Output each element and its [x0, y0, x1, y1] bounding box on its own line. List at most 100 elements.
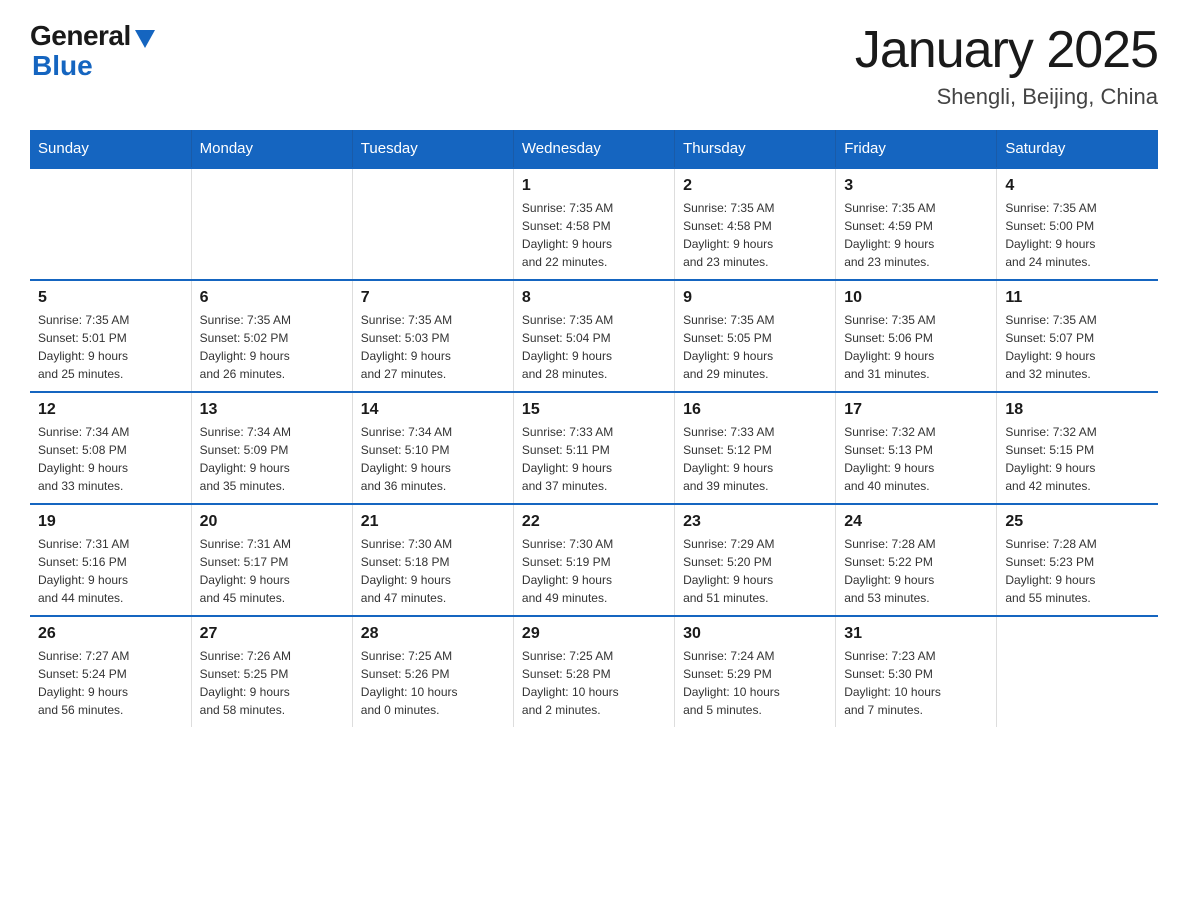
day-info: Sunrise: 7:24 AM Sunset: 5:29 PM Dayligh…: [683, 647, 827, 719]
day-info: Sunrise: 7:32 AM Sunset: 5:15 PM Dayligh…: [1005, 423, 1150, 495]
day-info: Sunrise: 7:35 AM Sunset: 4:58 PM Dayligh…: [683, 199, 827, 271]
day-number: 16: [683, 401, 827, 419]
calendar-cell: 26 Sunrise: 7:27 AM Sunset: 5:24 PM Dayli…: [30, 616, 191, 727]
day-number: 14: [361, 401, 505, 419]
calendar-subtitle: Shengli, Beijing, China: [855, 84, 1158, 110]
calendar-cell: 23 Sunrise: 7:29 AM Sunset: 5:20 PM Dayli…: [675, 504, 836, 616]
day-info: Sunrise: 7:31 AM Sunset: 5:17 PM Dayligh…: [200, 535, 344, 607]
day-info: Sunrise: 7:34 AM Sunset: 5:10 PM Dayligh…: [361, 423, 505, 495]
calendar-cell: 6 Sunrise: 7:35 AM Sunset: 5:02 PM Daylig…: [191, 280, 352, 392]
day-number: 29: [522, 625, 666, 643]
header-day-tuesday: Tuesday: [352, 130, 513, 168]
calendar-title: January 2025: [855, 20, 1158, 80]
calendar-cell: [997, 616, 1158, 727]
header-day-saturday: Saturday: [997, 130, 1158, 168]
calendar-cell: 11Sunrise: 7:35 AM Sunset: 5:07 PM Dayli…: [997, 280, 1158, 392]
day-number: 2: [683, 177, 827, 195]
calendar-cell: 18 Sunrise: 7:32 AM Sunset: 5:15 PM Dayli…: [997, 392, 1158, 504]
calendar-cell: 17Sunrise: 7:32 AM Sunset: 5:13 PM Dayli…: [836, 392, 997, 504]
day-number: 13: [200, 401, 344, 419]
calendar-cell: 2 Sunrise: 7:35 AM Sunset: 4:58 PM Daylig…: [675, 168, 836, 280]
day-number: 9: [683, 289, 827, 307]
logo-blue-text: Blue: [32, 50, 93, 82]
day-info: Sunrise: 7:35 AM Sunset: 5:04 PM Dayligh…: [522, 311, 666, 383]
day-info: Sunrise: 7:35 AM Sunset: 5:05 PM Dayligh…: [683, 311, 827, 383]
day-number: 5: [38, 289, 183, 307]
day-number: 8: [522, 289, 666, 307]
calendar-cell: 1Sunrise: 7:35 AM Sunset: 4:58 PM Daylig…: [513, 168, 674, 280]
day-info: Sunrise: 7:35 AM Sunset: 5:03 PM Dayligh…: [361, 311, 505, 383]
day-number: 25: [1005, 513, 1150, 531]
calendar-cell: 22 Sunrise: 7:30 AM Sunset: 5:19 PM Dayli…: [513, 504, 674, 616]
day-info: Sunrise: 7:25 AM Sunset: 5:28 PM Dayligh…: [522, 647, 666, 719]
calendar-cell: 14 Sunrise: 7:34 AM Sunset: 5:10 PM Dayli…: [352, 392, 513, 504]
day-info: Sunrise: 7:35 AM Sunset: 4:59 PM Dayligh…: [844, 199, 988, 271]
calendar-cell: 19Sunrise: 7:31 AM Sunset: 5:16 PM Dayli…: [30, 504, 191, 616]
calendar-cell: 8 Sunrise: 7:35 AM Sunset: 5:04 PM Daylig…: [513, 280, 674, 392]
day-info: Sunrise: 7:33 AM Sunset: 5:12 PM Dayligh…: [683, 423, 827, 495]
day-info: Sunrise: 7:31 AM Sunset: 5:16 PM Dayligh…: [38, 535, 183, 607]
day-number: 22: [522, 513, 666, 531]
day-number: 18: [1005, 401, 1150, 419]
day-number: 7: [361, 289, 505, 307]
header-day-sunday: Sunday: [30, 130, 191, 168]
day-info: Sunrise: 7:35 AM Sunset: 5:02 PM Dayligh…: [200, 311, 344, 383]
calendar-week-row: 26 Sunrise: 7:27 AM Sunset: 5:24 PM Dayli…: [30, 616, 1158, 727]
header-day-wednesday: Wednesday: [513, 130, 674, 168]
calendar-cell: 5 Sunrise: 7:35 AM Sunset: 5:01 PM Daylig…: [30, 280, 191, 392]
day-info: Sunrise: 7:28 AM Sunset: 5:22 PM Dayligh…: [844, 535, 988, 607]
day-number: 31: [844, 625, 988, 643]
day-info: Sunrise: 7:27 AM Sunset: 5:24 PM Dayligh…: [38, 647, 183, 719]
calendar-cell: 9 Sunrise: 7:35 AM Sunset: 5:05 PM Daylig…: [675, 280, 836, 392]
day-info: Sunrise: 7:29 AM Sunset: 5:20 PM Dayligh…: [683, 535, 827, 607]
header-day-thursday: Thursday: [675, 130, 836, 168]
calendar-cell: 4 Sunrise: 7:35 AM Sunset: 5:00 PM Daylig…: [997, 168, 1158, 280]
calendar-cell: 16 Sunrise: 7:33 AM Sunset: 5:12 PM Dayli…: [675, 392, 836, 504]
day-number: 26: [38, 625, 183, 643]
calendar-cell: 20Sunrise: 7:31 AM Sunset: 5:17 PM Dayli…: [191, 504, 352, 616]
calendar-cell: 29 Sunrise: 7:25 AM Sunset: 5:28 PM Dayli…: [513, 616, 674, 727]
day-number: 23: [683, 513, 827, 531]
day-info: Sunrise: 7:35 AM Sunset: 5:00 PM Dayligh…: [1005, 199, 1150, 271]
day-info: Sunrise: 7:35 AM Sunset: 5:01 PM Dayligh…: [38, 311, 183, 383]
day-info: Sunrise: 7:35 AM Sunset: 4:58 PM Dayligh…: [522, 199, 666, 271]
day-number: 28: [361, 625, 505, 643]
calendar-cell: 15 Sunrise: 7:33 AM Sunset: 5:11 PM Dayli…: [513, 392, 674, 504]
day-info: Sunrise: 7:35 AM Sunset: 5:06 PM Dayligh…: [844, 311, 988, 383]
logo: General Blue: [30, 20, 155, 82]
calendar-cell: [30, 168, 191, 280]
day-info: Sunrise: 7:34 AM Sunset: 5:08 PM Dayligh…: [38, 423, 183, 495]
day-info: Sunrise: 7:30 AM Sunset: 5:19 PM Dayligh…: [522, 535, 666, 607]
calendar-week-row: 5 Sunrise: 7:35 AM Sunset: 5:01 PM Daylig…: [30, 280, 1158, 392]
calendar-cell: 7 Sunrise: 7:35 AM Sunset: 5:03 PM Daylig…: [352, 280, 513, 392]
day-info: Sunrise: 7:34 AM Sunset: 5:09 PM Dayligh…: [200, 423, 344, 495]
calendar-week-row: 1Sunrise: 7:35 AM Sunset: 4:58 PM Daylig…: [30, 168, 1158, 280]
page-header: General Blue January 2025 Shengli, Beiji…: [30, 20, 1158, 110]
title-block: January 2025 Shengli, Beijing, China: [855, 20, 1158, 110]
calendar-cell: 28 Sunrise: 7:25 AM Sunset: 5:26 PM Dayli…: [352, 616, 513, 727]
day-info: Sunrise: 7:26 AM Sunset: 5:25 PM Dayligh…: [200, 647, 344, 719]
calendar-cell: 21Sunrise: 7:30 AM Sunset: 5:18 PM Dayli…: [352, 504, 513, 616]
day-number: 10: [844, 289, 988, 307]
day-number: 15: [522, 401, 666, 419]
day-info: Sunrise: 7:25 AM Sunset: 5:26 PM Dayligh…: [361, 647, 505, 719]
calendar-cell: 13 Sunrise: 7:34 AM Sunset: 5:09 PM Dayli…: [191, 392, 352, 504]
day-info: Sunrise: 7:28 AM Sunset: 5:23 PM Dayligh…: [1005, 535, 1150, 607]
day-info: Sunrise: 7:32 AM Sunset: 5:13 PM Dayligh…: [844, 423, 988, 495]
header-day-monday: Monday: [191, 130, 352, 168]
day-info: Sunrise: 7:33 AM Sunset: 5:11 PM Dayligh…: [522, 423, 666, 495]
logo-general-text: General: [30, 20, 131, 52]
calendar-cell: 24Sunrise: 7:28 AM Sunset: 5:22 PM Dayli…: [836, 504, 997, 616]
calendar-cell: [352, 168, 513, 280]
day-number: 30: [683, 625, 827, 643]
calendar-table: SundayMondayTuesdayWednesdayThursdayFrid…: [30, 130, 1158, 727]
day-number: 27: [200, 625, 344, 643]
day-number: 12: [38, 401, 183, 419]
day-number: 6: [200, 289, 344, 307]
day-info: Sunrise: 7:35 AM Sunset: 5:07 PM Dayligh…: [1005, 311, 1150, 383]
calendar-cell: [191, 168, 352, 280]
logo-triangle-icon: [135, 30, 155, 48]
day-number: 4: [1005, 177, 1150, 195]
calendar-cell: 31Sunrise: 7:23 AM Sunset: 5:30 PM Dayli…: [836, 616, 997, 727]
calendar-cell: 12 Sunrise: 7:34 AM Sunset: 5:08 PM Dayli…: [30, 392, 191, 504]
